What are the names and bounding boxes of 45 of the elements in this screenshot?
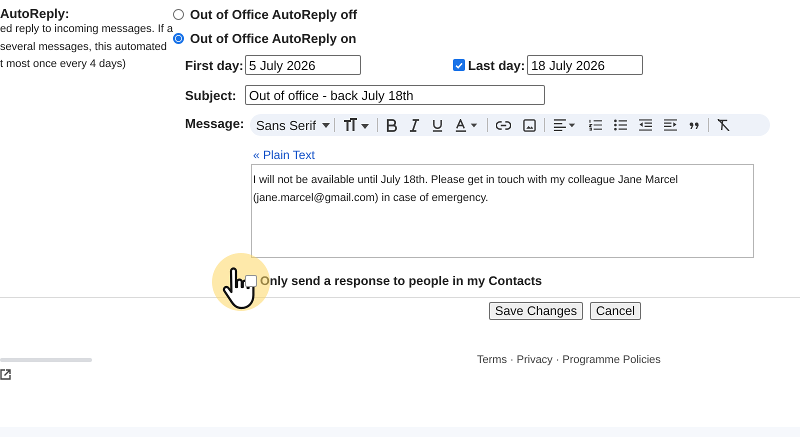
footer-link[interactable]: Terms bbox=[477, 354, 507, 380]
separator-dot: · bbox=[556, 354, 560, 368]
checkbox-label: Only send a response to people in my Contacts bbox=[260, 274, 542, 288]
message-textarea[interactable]: I will not be available until July 18th. Please get in touch with my colleague Jane Marcel (jane.marcel@gmail.com) in case of emergency. bbox=[251, 164, 754, 258]
footer-link[interactable]: Privacy bbox=[516, 354, 553, 380]
numbered-list-icon[interactable] bbox=[588, 119, 602, 131]
separator-dot: · bbox=[510, 354, 514, 368]
bulleted-list-icon[interactable] bbox=[614, 119, 627, 131]
section-heading: AutoReply: bbox=[0, 6, 70, 21]
input-field[interactable]: 18 July 2026 bbox=[527, 55, 644, 75]
caret-icon[interactable] bbox=[322, 122, 330, 128]
external-link-icon[interactable] bbox=[0, 369, 11, 380]
description-text: several messages, this automated bbox=[0, 40, 168, 54]
field-label: Message: bbox=[185, 115, 246, 133]
footer-link[interactable]: Programme Policies bbox=[562, 354, 661, 380]
link-icon[interactable] bbox=[496, 120, 511, 130]
radio-button[interactable] bbox=[173, 32, 184, 44]
field-label: First day: bbox=[185, 58, 245, 72]
image-icon[interactable] bbox=[522, 118, 536, 132]
description-text: ed reply to incoming messages. If a bbox=[0, 22, 173, 37]
clear-formatting-icon[interactable] bbox=[716, 119, 730, 131]
scrollbar[interactable] bbox=[0, 358, 92, 362]
checkbox[interactable] bbox=[245, 275, 257, 287]
checkbox[interactable] bbox=[453, 59, 465, 71]
align-icon[interactable] bbox=[552, 119, 577, 131]
outdent-icon[interactable] bbox=[638, 119, 652, 131]
field-label: Last day: bbox=[468, 58, 526, 72]
cancel-button[interactable]: Cancel bbox=[590, 302, 641, 320]
plain-text-link[interactable]: « Plain Text bbox=[253, 148, 770, 162]
italic-icon[interactable] bbox=[408, 118, 420, 132]
input-field[interactable]: 5 July 2026 bbox=[245, 55, 361, 75]
field-label: Subject: bbox=[185, 88, 238, 102]
bold-icon[interactable] bbox=[386, 118, 397, 132]
underline-icon[interactable] bbox=[432, 118, 443, 132]
font-dropdown[interactable]: Sans Serif bbox=[256, 118, 316, 132]
radio-label: Out of Office AutoReply on bbox=[190, 30, 356, 46]
description-text: t most once every 4 days) bbox=[0, 57, 127, 72]
radio-label: Out of Office AutoReply off bbox=[190, 6, 358, 22]
input-field[interactable]: Out of office - back July 18th bbox=[245, 85, 545, 105]
radio-button[interactable] bbox=[173, 8, 184, 20]
quote-icon[interactable] bbox=[688, 122, 700, 128]
save-button[interactable]: Save Changes bbox=[489, 302, 584, 320]
text-color-icon[interactable] bbox=[454, 118, 479, 132]
text-size-icon[interactable] bbox=[342, 118, 369, 132]
indent-icon[interactable] bbox=[664, 119, 677, 131]
